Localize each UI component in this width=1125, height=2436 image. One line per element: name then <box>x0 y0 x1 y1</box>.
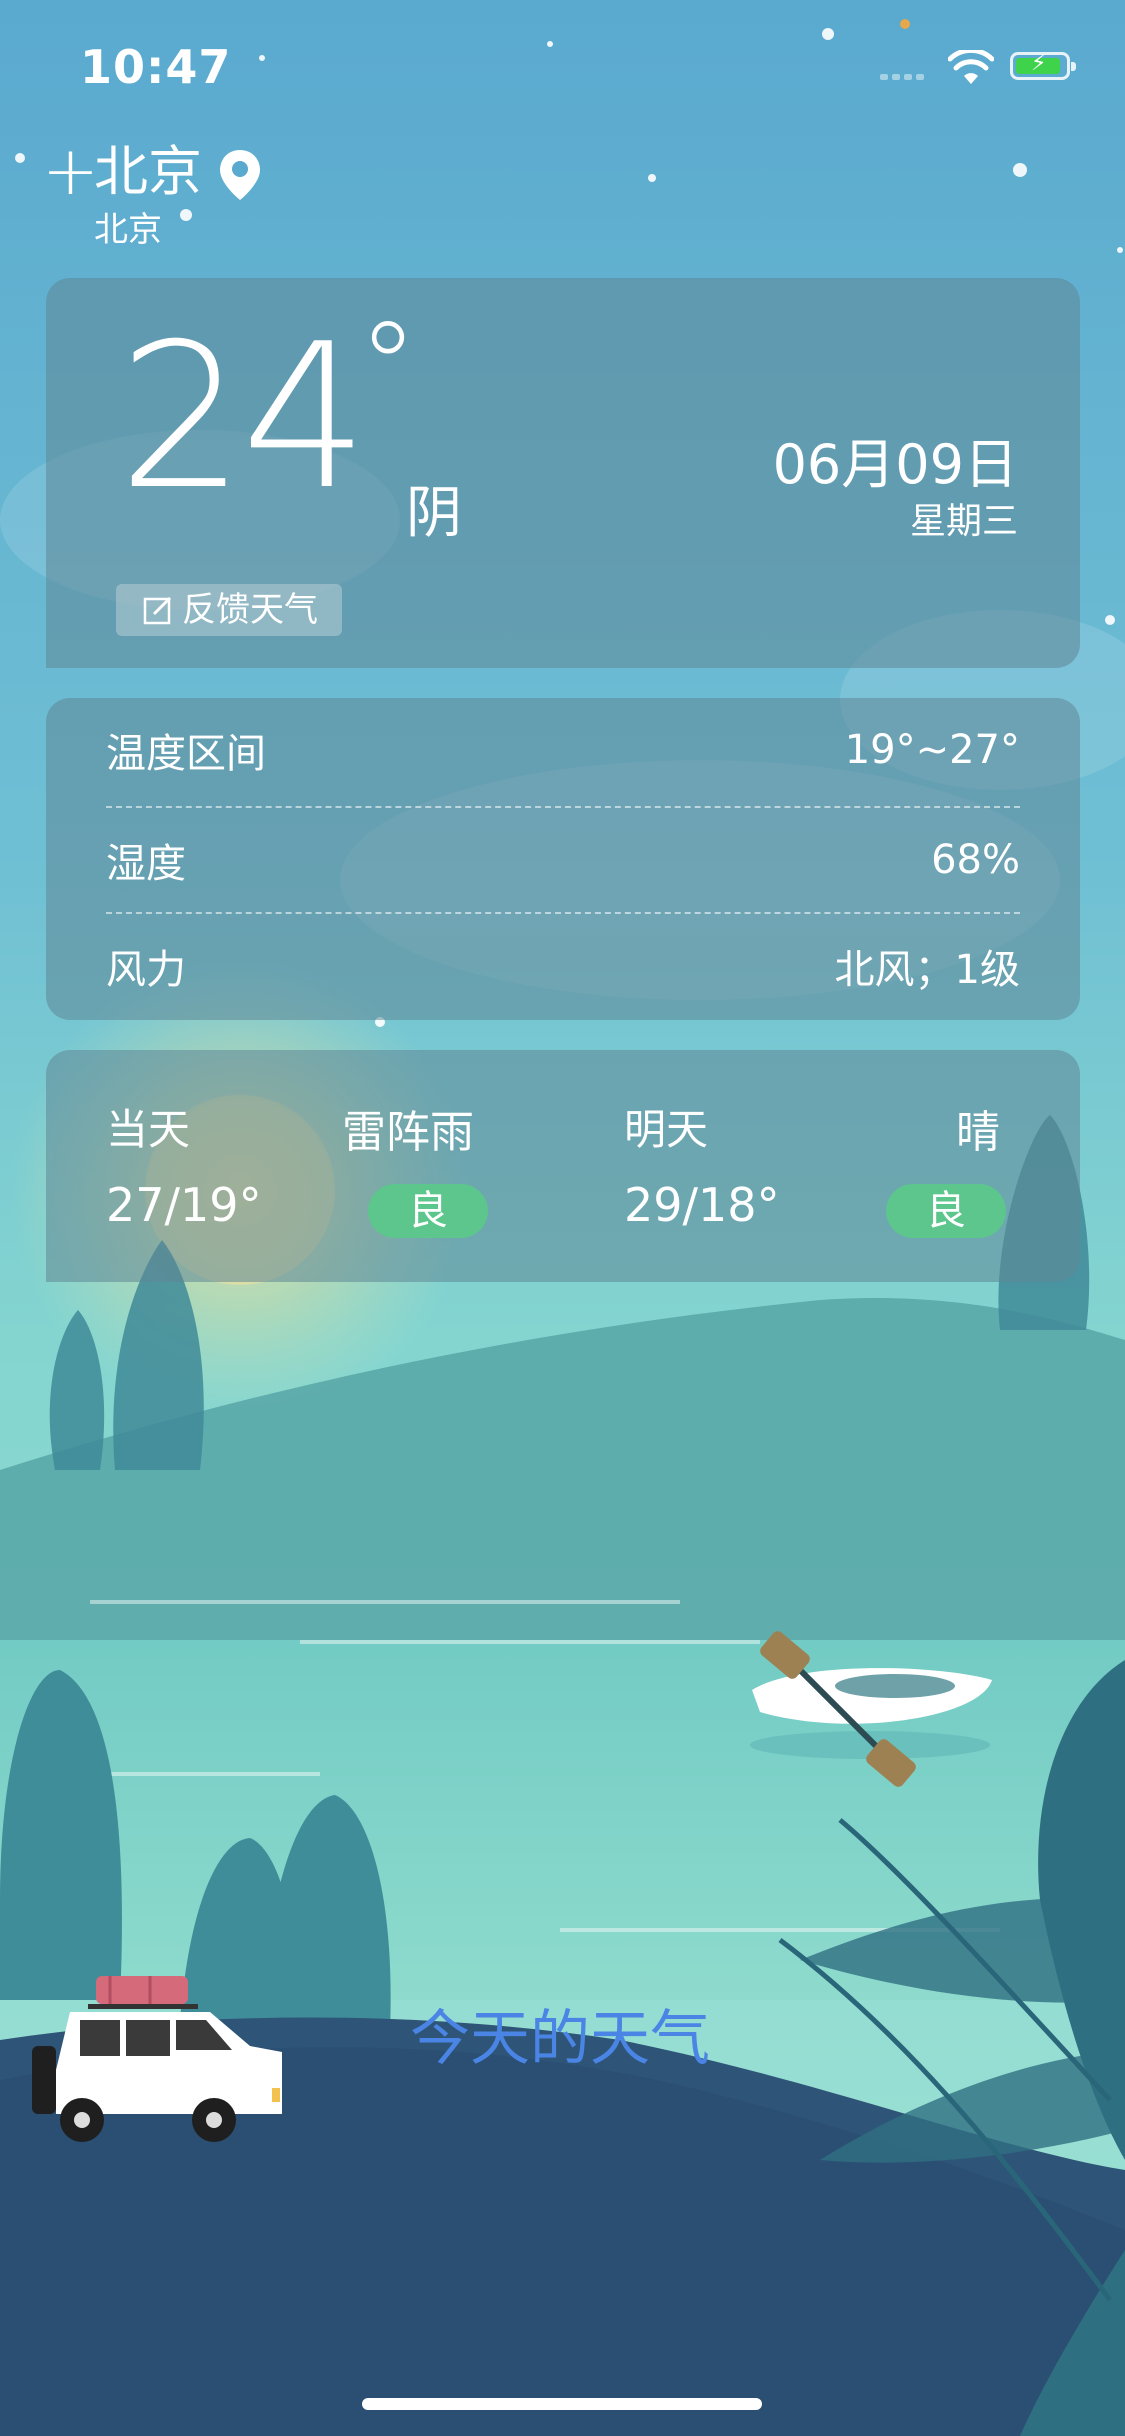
district-name: 北京 <box>94 210 162 250</box>
forecast-day: 当天 <box>106 1105 191 1154</box>
edit-icon <box>143 596 172 625</box>
forecast-condition: 晴 <box>956 1107 1000 1158</box>
battery-icon: ⚡ <box>1010 51 1076 80</box>
forecast-temp-range: 27/19° <box>106 1178 262 1232</box>
bottom-title: 今天的天气 <box>410 2004 710 2074</box>
city-name[interactable]: 北京 <box>94 140 202 204</box>
feedback-label: 反馈天气 <box>182 590 318 630</box>
detail-value: 19°~27° <box>844 727 1020 773</box>
detail-row-wind: 风力 北风；1级 <box>106 914 1020 1018</box>
status-time: 10:47 <box>80 40 232 94</box>
current-condition: 阴 <box>406 481 462 546</box>
current-weather-card: 24 ° 阴 06月09日 星期三 反馈天气 <box>46 278 1080 668</box>
current-date: 06月09日 <box>772 433 1018 496</box>
detail-label: 湿度 <box>106 841 186 887</box>
forecast-condition: 雷阵雨 <box>342 1107 474 1158</box>
feedback-button[interactable]: 反馈天气 <box>116 584 342 636</box>
location-pin-icon[interactable] <box>218 148 262 202</box>
detail-row-humidity: 湿度 68% <box>106 808 1020 912</box>
forecast-card: 当天 雷阵雨 27/19° 良 明天 晴 29/18° 良 <box>46 1050 1080 1282</box>
degree-symbol: ° <box>358 298 418 437</box>
aqi-badge: 良 <box>368 1184 488 1238</box>
current-weekday: 星期三 <box>909 501 1018 542</box>
cellular-signal-icon <box>880 74 924 80</box>
detail-row-temperature-range: 温度区间 19°~27° <box>106 698 1020 802</box>
add-city-button[interactable]: + <box>42 138 99 206</box>
home-indicator[interactable] <box>362 2398 762 2410</box>
detail-label: 温度区间 <box>106 731 266 777</box>
detail-value: 68% <box>931 837 1020 883</box>
aqi-badge: 良 <box>886 1184 1006 1238</box>
weather-details-card: 温度区间 19°~27° 湿度 68% 风力 北风；1级 <box>46 698 1080 1020</box>
detail-value: 北风；1级 <box>834 947 1020 993</box>
forecast-temp-range: 29/18° <box>624 1178 780 1232</box>
forecast-day: 明天 <box>624 1105 709 1154</box>
current-temperature: 24 <box>118 301 368 534</box>
detail-label: 风力 <box>106 947 186 993</box>
wifi-icon <box>948 50 994 84</box>
